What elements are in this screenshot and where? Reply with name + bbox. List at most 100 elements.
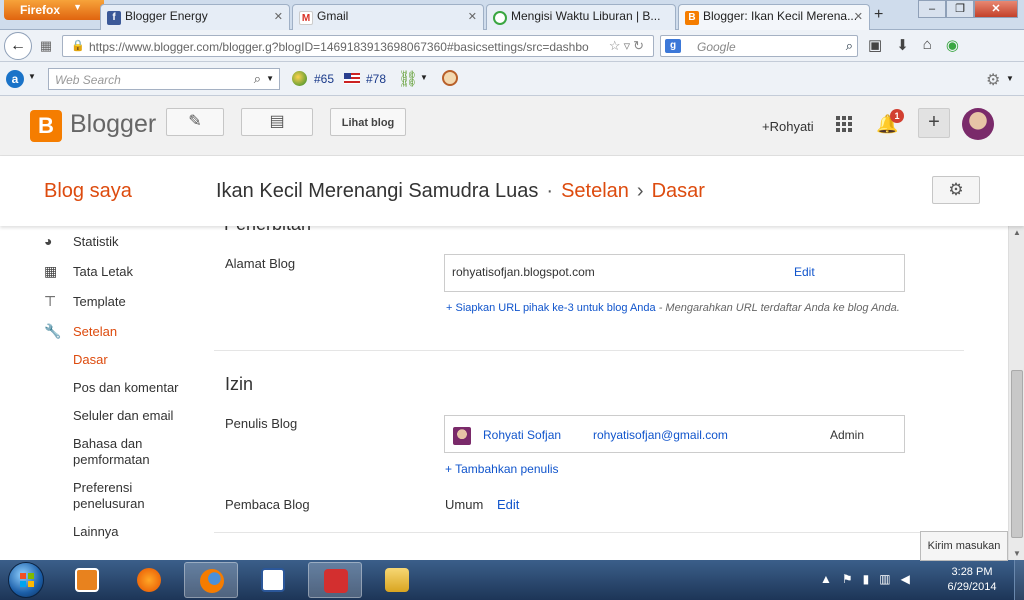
bookmarks-icon[interactable]: ▣ (868, 36, 882, 54)
taskbar-explorer[interactable] (370, 562, 424, 598)
pie-chart-icon: ◕ (44, 233, 53, 249)
search-box[interactable]: g Google ⌕ (660, 35, 858, 57)
sidebar-subitem-language[interactable]: Bahasa dan pemformatan (73, 436, 183, 468)
page-scrollbar[interactable]: ▲ ▼ (1008, 226, 1024, 560)
firefox-menu-label: Firefox (20, 3, 61, 17)
view-posts-button[interactable]: ▤ (241, 108, 313, 136)
battery-icon[interactable]: ▮ (863, 572, 870, 586)
taskbar-media-player[interactable] (60, 562, 114, 598)
third-party-url-desc: - Mengarahkan URL terdaftar Anda ke blog… (655, 302, 900, 314)
tab-group-icon[interactable]: ▦ (34, 36, 58, 56)
network-icon[interactable]: ▥ (879, 572, 890, 586)
firefox-menu-button[interactable]: Firefox ▼ (4, 0, 104, 20)
browser-tab-active[interactable]: B Blogger: Ikan Kecil Merena... ✕ (678, 4, 870, 30)
ask-icon[interactable]: a (6, 70, 24, 88)
show-desktop-button[interactable] (1014, 560, 1024, 600)
close-icon[interactable]: ✕ (854, 10, 863, 23)
google-plus-user-link[interactable]: +Rohyati (762, 119, 814, 134)
browser-tab[interactable]: Mengisi Waktu Liburan | B... (486, 4, 676, 30)
my-blogs-link[interactable]: Blog saya (44, 180, 132, 203)
extension-icon[interactable] (442, 70, 458, 86)
flag-icon[interactable]: ⚑ (842, 572, 853, 586)
reload-icon[interactable]: ↻ (633, 38, 647, 53)
blogger-icon: B (685, 11, 699, 25)
search-icon[interactable]: ⌕ (846, 38, 853, 54)
tray-expand-icon[interactable]: ▲ (820, 572, 832, 586)
scroll-down-icon[interactable]: ▼ (1013, 549, 1021, 558)
breadcrumb-settings[interactable]: Setelan (561, 180, 629, 202)
download-icon[interactable]: ⬇ (896, 36, 909, 54)
web-search-input[interactable]: Web Search ⌕ ▼ (48, 68, 280, 90)
url-text[interactable]: https://www.blogger.com/blogger.g?blogID… (89, 40, 589, 54)
blogger-logo-icon[interactable]: B (30, 110, 62, 142)
chevron-down-icon[interactable]: ▼ (28, 72, 36, 81)
writer-name-link[interactable]: Rohyati Sofjan (483, 428, 561, 442)
windows-taskbar: ▲ ⚑ ▮ ▥ ◀ 3:28 PM 6/29/2014 (0, 560, 1024, 600)
blog-name[interactable]: Ikan Kecil Merenangi Samudra Luas (216, 180, 538, 202)
divider (214, 350, 964, 351)
add-writer-link[interactable]: + Tambahkan penulis (445, 462, 559, 476)
system-tray: ▲ ⚑ ▮ ▥ ◀ (820, 572, 910, 586)
search-placeholder: Google (697, 40, 736, 54)
taskbar-firefox[interactable] (184, 562, 238, 598)
star-icon[interactable]: ☆ (609, 38, 624, 53)
taskbar-mobi[interactable] (308, 562, 362, 598)
global-rank[interactable]: #65 (314, 72, 334, 86)
sidebar-item-label: Tata Letak (73, 264, 133, 279)
clock-date: 6/29/2014 (947, 581, 997, 593)
taskbar-app[interactable] (122, 562, 176, 598)
home-icon[interactable]: ⌂ (923, 36, 932, 54)
scroll-up-icon[interactable]: ▲ (1013, 228, 1021, 237)
sidebar-subitem-mobile-email[interactable]: Seluler dan email (73, 408, 173, 424)
writer-role[interactable]: Admin (830, 428, 864, 442)
browser-tab[interactable]: M Gmail ✕ (292, 4, 484, 30)
start-button[interactable] (8, 562, 44, 598)
sidebar-subitem-search-prefs[interactable]: Preferensi penelusuran (73, 480, 183, 512)
chevron-down-icon[interactable]: ▼ (420, 73, 428, 82)
close-icon[interactable]: ✕ (468, 10, 477, 23)
browser-tab[interactable]: f Blogger Energy ✕ (100, 4, 290, 30)
clock-time: 3:28 PM (951, 566, 993, 578)
country-rank[interactable]: #78 (366, 72, 386, 86)
minimize-icon[interactable]: – (918, 0, 946, 18)
settings-content: Penerbitan Alamat Blog rohyatisofjan.blo… (214, 226, 1008, 560)
sidebar-subitem-posts-comments[interactable]: Pos dan komentar (73, 380, 179, 396)
send-feedback-button[interactable]: Kirim masukan (920, 531, 1008, 561)
writer-email-link[interactable]: rohyatisofjan@gmail.com (593, 428, 728, 442)
sidebar-subitem-other[interactable]: Lainnya (73, 524, 119, 540)
new-post-button[interactable]: ✎ (166, 108, 224, 136)
settings-gear-button[interactable]: ⚙ (932, 176, 980, 204)
paint-roller-icon: ⊤ (44, 293, 57, 309)
breadcrumb-dot: · (546, 180, 554, 202)
volume-icon[interactable]: ◀ (901, 572, 910, 586)
apps-grid-icon[interactable] (836, 116, 852, 132)
link-icon[interactable]: ⛓ (398, 69, 418, 89)
browser-tab-strip: Firefox ▼ f Blogger Energy ✕ M Gmail ✕ M… (0, 0, 1024, 30)
clock[interactable]: 3:28 PM 6/29/2014 (940, 565, 1004, 595)
close-window-icon[interactable]: ✕ (974, 0, 1018, 18)
avatar[interactable] (962, 108, 994, 140)
blogger-wordmark[interactable]: Blogger (70, 110, 156, 139)
edit-address-link[interactable]: Edit (794, 265, 815, 279)
edit-readers-link[interactable]: Edit (497, 497, 519, 512)
new-tab-button[interactable]: + (874, 6, 883, 24)
globe-icon[interactable] (292, 71, 307, 86)
view-blog-button[interactable]: Lihat blog (330, 108, 406, 136)
share-plus-button[interactable]: + (918, 108, 950, 138)
url-bar[interactable]: 🔒 https://www.blogger.com/blogger.g?blog… (62, 35, 654, 57)
scrollbar-thumb[interactable] (1011, 370, 1023, 538)
gear-icon[interactable]: ⚙ (986, 70, 1000, 90)
sidebar-subitem-basic[interactable]: Dasar (73, 352, 108, 368)
back-arrow-icon[interactable]: ← (4, 32, 32, 60)
chevron-down-icon[interactable]: ▼ (266, 74, 274, 83)
third-party-url-link[interactable]: + Siapkan URL pihak ke-3 untuk blog Anda (446, 302, 656, 314)
addon-icon[interactable]: ◉ (946, 36, 959, 54)
search-icon[interactable]: ⌕ (254, 71, 261, 87)
maximize-icon[interactable]: ❐ (946, 0, 974, 18)
close-icon[interactable]: ✕ (274, 10, 283, 23)
chevron-down-icon[interactable]: ▼ (1006, 74, 1014, 83)
tab-title: Gmail (317, 9, 349, 23)
taskbar-word[interactable] (246, 562, 300, 598)
dropdown-icon[interactable]: ▿ (624, 38, 634, 53)
google-icon[interactable]: g (665, 39, 681, 53)
